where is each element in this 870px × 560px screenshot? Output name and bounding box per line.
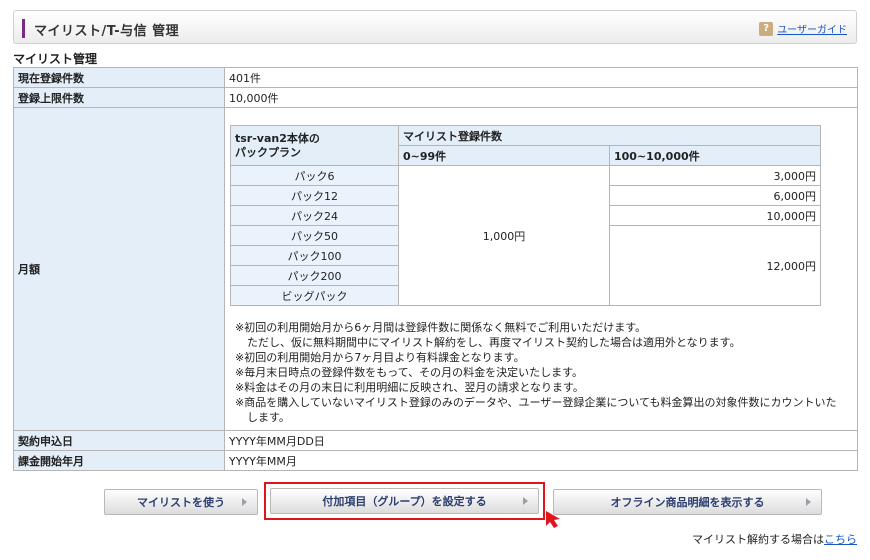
arrow-right-icon: [806, 498, 811, 506]
high-price: 10,000円: [609, 205, 821, 226]
mylist-management-table: 現在登録件数 401件 登録上限件数 10,000件 月額 tsr-van2本体…: [13, 67, 858, 471]
user-guide[interactable]: ? ユーザーガイド: [759, 21, 847, 36]
plan-header-line1: tsr-van2本体の: [235, 131, 320, 145]
use-mylist-button[interactable]: マイリストを使う: [104, 489, 258, 515]
note-item: ※初回の利用開始月から6ヶ月間は登録件数に関係なく無料でご利用いただけます。: [235, 321, 647, 334]
contract-value: YYYY年MM月DD日: [224, 430, 858, 451]
note-item: ※初回の利用開始月から7ヶ月目より有料課金となります。: [235, 351, 525, 364]
note-item: ※商品を購入していないマイリスト登録のみのデータや、ユーザー登録企業についても料…: [235, 396, 837, 424]
pack-name: パック6: [230, 165, 399, 186]
high-price: 3,000円: [609, 165, 821, 186]
row-billing-start: 課金開始年月 YYYY年MM月: [13, 450, 858, 471]
offline-detail-label: オフライン商品明細を表示する: [610, 496, 765, 509]
page-header: マイリスト/T-与信 管理 ? ユーザーガイド: [13, 10, 857, 44]
limit-value: 10,000件: [224, 87, 858, 108]
range-high-header: 100~10,000件: [609, 145, 821, 166]
monthly-label: 月額: [13, 107, 225, 431]
title-accent-bar: [22, 19, 25, 38]
cancel-notice: マイリスト解約する場合はこちら: [692, 531, 857, 547]
pack-name: パック12: [230, 185, 399, 206]
high-price: 6,000円: [609, 185, 821, 206]
pack-name: パック24: [230, 205, 399, 226]
pack-name: パック200: [230, 265, 399, 286]
section-title: マイリスト管理: [13, 52, 98, 66]
billing-label: 課金開始年月: [13, 450, 225, 471]
pack-name: ビッグパック: [230, 285, 399, 306]
plan-price-table: tsr-van2本体の パックプラン マイリスト登録件数 0~99件 100~1…: [230, 125, 821, 306]
highlight-frame: [264, 482, 545, 520]
pack-name: パック50: [230, 225, 399, 246]
use-mylist-label: マイリストを使う: [137, 496, 225, 509]
pointer-arrow-icon: [546, 511, 560, 528]
note-item: ※料金はその月の末日に利用明細に反映され、翌月の請求となります。: [235, 381, 584, 394]
count-header: マイリスト登録件数: [398, 125, 821, 146]
note-item: ただし、仮に無料期間中にマイリスト解約をし、再度マイリスト契約した場合は適用外と…: [247, 336, 741, 349]
plan-header: tsr-van2本体の パックプラン: [230, 125, 399, 166]
current-count-label: 現在登録件数: [13, 67, 225, 88]
offline-detail-button[interactable]: オフライン商品明細を表示する: [553, 489, 822, 515]
row-limit: 登録上限件数 10,000件: [13, 87, 858, 108]
row-contract-date: 契約申込日 YYYY年MM月DD日: [13, 430, 858, 451]
billing-value: YYYY年MM月: [224, 450, 858, 471]
plan-header-line2: パックプラン: [235, 145, 301, 159]
notes: ※初回の利用開始月から6ヶ月間は登録件数に関係なく無料でご利用いただけます。 た…: [235, 320, 847, 425]
high-price: 12,000円: [609, 225, 821, 306]
current-count-value: 401件: [224, 67, 858, 88]
page-title: マイリスト/T-与信 管理: [34, 24, 180, 39]
low-price: 1,000円: [398, 165, 610, 306]
cancel-link[interactable]: こちら: [824, 533, 857, 546]
cancel-text: マイリスト解約する場合は: [692, 533, 824, 546]
row-current-count: 現在登録件数 401件: [13, 67, 858, 88]
range-low-header: 0~99件: [398, 145, 610, 166]
row-monthly: 月額 tsr-van2本体の パックプラン マイリスト登録件数 0~99件 10…: [13, 107, 858, 431]
limit-label: 登録上限件数: [13, 87, 225, 108]
monthly-detail: tsr-van2本体の パックプラン マイリスト登録件数 0~99件 100~1…: [224, 107, 858, 431]
arrow-right-icon: [242, 498, 247, 506]
help-icon[interactable]: ?: [759, 21, 774, 36]
contract-label: 契約申込日: [13, 430, 225, 451]
note-item: ※毎月末日時点の登録件数をもって、その月の料金を決定いたします。: [235, 366, 584, 379]
user-guide-link[interactable]: ユーザーガイド: [777, 21, 847, 36]
pack-name: パック100: [230, 245, 399, 266]
